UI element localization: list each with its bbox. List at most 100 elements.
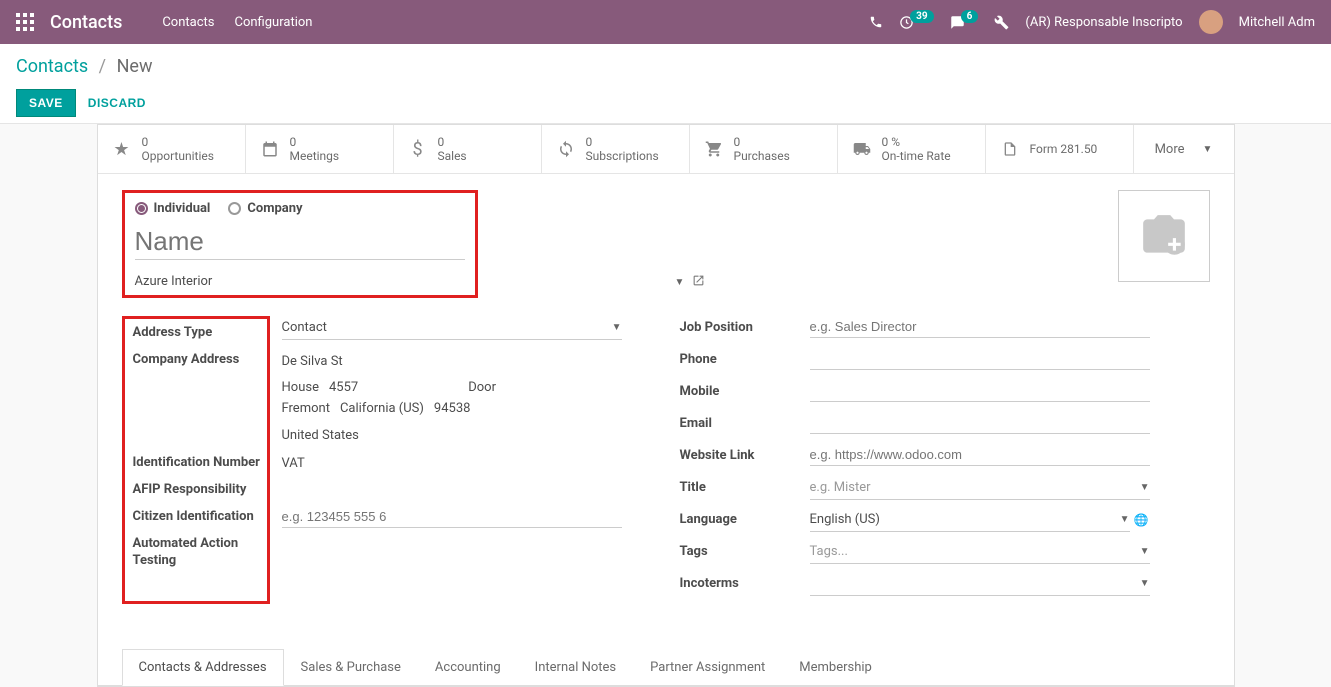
label-incoterms: Incoterms [680, 572, 810, 591]
chevron-down-icon: ▼ [612, 322, 622, 333]
form-sheet: ★ 0Opportunities 0Meetings $ 0Sales 0Sub… [97, 124, 1235, 687]
label-address-type: Address Type [133, 325, 263, 342]
discuss-icon[interactable]: 6 [950, 15, 979, 30]
address-house-label: House [282, 380, 319, 395]
label-automated: Automated Action Testing [133, 536, 263, 570]
address-block: De Silva St House 4557 Door Fremont Cali… [282, 348, 632, 448]
discuss-badge: 6 [961, 10, 979, 23]
phone-icon[interactable] [869, 15, 883, 29]
top-menu: Contacts Configuration [162, 15, 312, 30]
label-afip: AFIP Responsibility [133, 482, 263, 499]
activity-badge: 39 [910, 10, 933, 23]
tab-internal-notes[interactable]: Internal Notes [518, 649, 633, 686]
menu-configuration[interactable]: Configuration [235, 15, 313, 30]
apps-icon[interactable] [16, 13, 34, 31]
mobile-input[interactable] [810, 380, 1150, 402]
email-input[interactable] [810, 412, 1150, 434]
tab-partner-assignment[interactable]: Partner Assignment [633, 649, 782, 686]
tabs: Contacts & Addresses Sales & Purchase Ac… [98, 648, 1234, 686]
label-citizen: Citizen Identification [133, 509, 263, 526]
incoterms-select[interactable]: ▼ [810, 572, 1150, 596]
address-door-label: Door [468, 380, 496, 395]
external-link-icon[interactable] [692, 274, 705, 290]
dollar-icon: $ [408, 139, 428, 160]
label-website: Website Link [680, 444, 810, 463]
form-actions: SAVE DISCARD [16, 89, 1315, 123]
label-company-address: Company Address [133, 352, 263, 369]
cart-icon [704, 140, 724, 158]
label-mobile: Mobile [680, 380, 810, 399]
id-number-value[interactable]: VAT [282, 450, 632, 476]
tab-contacts-addresses[interactable]: Contacts & Addresses [122, 649, 284, 686]
stat-ontime[interactable]: 0 %On-time Rate [838, 125, 986, 173]
refresh-icon [556, 140, 576, 158]
calendar-icon [260, 140, 280, 158]
control-bar: Contacts / New SAVE DISCARD [0, 44, 1331, 124]
radio-unchecked-icon [228, 202, 241, 215]
tab-accounting[interactable]: Accounting [418, 649, 518, 686]
language-select[interactable]: English (US)▼ [810, 508, 1130, 532]
tab-sales-purchase[interactable]: Sales & Purchase [284, 649, 418, 686]
label-tags: Tags [680, 540, 810, 559]
label-id-number: Identification Number [133, 455, 263, 472]
breadcrumb-sep: / [99, 56, 106, 77]
star-icon: ★ [112, 139, 132, 160]
chevron-down-icon: ▼ [1203, 144, 1213, 155]
chevron-down-icon: ▼ [1140, 546, 1150, 557]
stat-meetings[interactable]: 0Meetings [246, 125, 394, 173]
stat-purchases[interactable]: 0Purchases [690, 125, 838, 173]
label-email: Email [680, 412, 810, 431]
label-title: Title [680, 476, 810, 495]
phone-input[interactable] [810, 348, 1150, 370]
label-language: Language [680, 508, 810, 527]
topbar: Contacts Contacts Configuration 39 6 (AR… [0, 0, 1331, 44]
discard-button[interactable]: DISCARD [88, 96, 146, 110]
address-country[interactable]: United States [282, 422, 632, 448]
stat-subscriptions[interactable]: 0Subscriptions [542, 125, 690, 173]
radio-checked-icon [135, 202, 148, 215]
address-zip[interactable]: 94538 [434, 401, 471, 416]
menu-contacts[interactable]: Contacts [162, 15, 214, 30]
title-select[interactable]: e.g. Mister▼ [810, 476, 1150, 500]
stat-form281[interactable]: Form 281.50 [986, 125, 1134, 173]
name-input[interactable] [135, 224, 465, 260]
address-state[interactable]: California (US) [340, 401, 424, 416]
label-phone: Phone [680, 348, 810, 367]
globe-icon[interactable]: 🌐 [1134, 513, 1149, 527]
tags-select[interactable]: Tags...▼ [810, 540, 1150, 564]
stat-sales[interactable]: $ 0Sales [394, 125, 542, 173]
topbar-right: 39 6 (AR) Responsable Inscripto Mitchell… [869, 10, 1315, 34]
breadcrumb: Contacts / New [16, 56, 1315, 77]
website-input[interactable] [810, 444, 1150, 466]
document-icon [1000, 140, 1020, 158]
breadcrumb-root[interactable]: Contacts [16, 56, 88, 77]
label-job: Job Position [680, 316, 810, 335]
user-name[interactable]: Mitchell Adm [1239, 15, 1315, 30]
stat-more[interactable]: More ▼ [1134, 125, 1234, 173]
radio-company[interactable]: Company [228, 201, 302, 216]
citizen-input[interactable] [282, 506, 622, 528]
automated-value[interactable] [282, 528, 632, 554]
address-street[interactable]: De Silva St [282, 348, 632, 374]
chevron-down-icon: ▼ [1140, 578, 1150, 589]
save-button[interactable]: SAVE [16, 89, 76, 117]
company-switcher[interactable]: (AR) Responsable Inscripto [1025, 15, 1182, 30]
tools-icon[interactable] [994, 15, 1009, 30]
activity-icon[interactable]: 39 [899, 15, 933, 30]
image-upload[interactable] [1118, 190, 1210, 282]
user-avatar[interactable] [1199, 10, 1223, 34]
stat-bar: ★ 0Opportunities 0Meetings $ 0Sales 0Sub… [98, 125, 1234, 174]
job-input[interactable] [810, 316, 1150, 338]
highlight-labels-box: Address Type Company Address Identificat… [122, 316, 270, 604]
stat-opportunities[interactable]: ★ 0Opportunities [98, 125, 246, 173]
company-dropdown-caret[interactable]: ▼ [675, 277, 685, 288]
breadcrumb-current: New [117, 56, 153, 77]
afip-value[interactable] [282, 476, 632, 502]
address-house-value[interactable]: 4557 [329, 380, 358, 395]
chevron-down-icon: ▼ [1140, 482, 1150, 493]
tab-membership[interactable]: Membership [782, 649, 889, 686]
radio-individual[interactable]: Individual [135, 201, 211, 216]
address-type-select[interactable]: Contact ▼ [282, 316, 622, 340]
address-city[interactable]: Fremont [282, 401, 330, 416]
truck-icon [852, 140, 872, 158]
